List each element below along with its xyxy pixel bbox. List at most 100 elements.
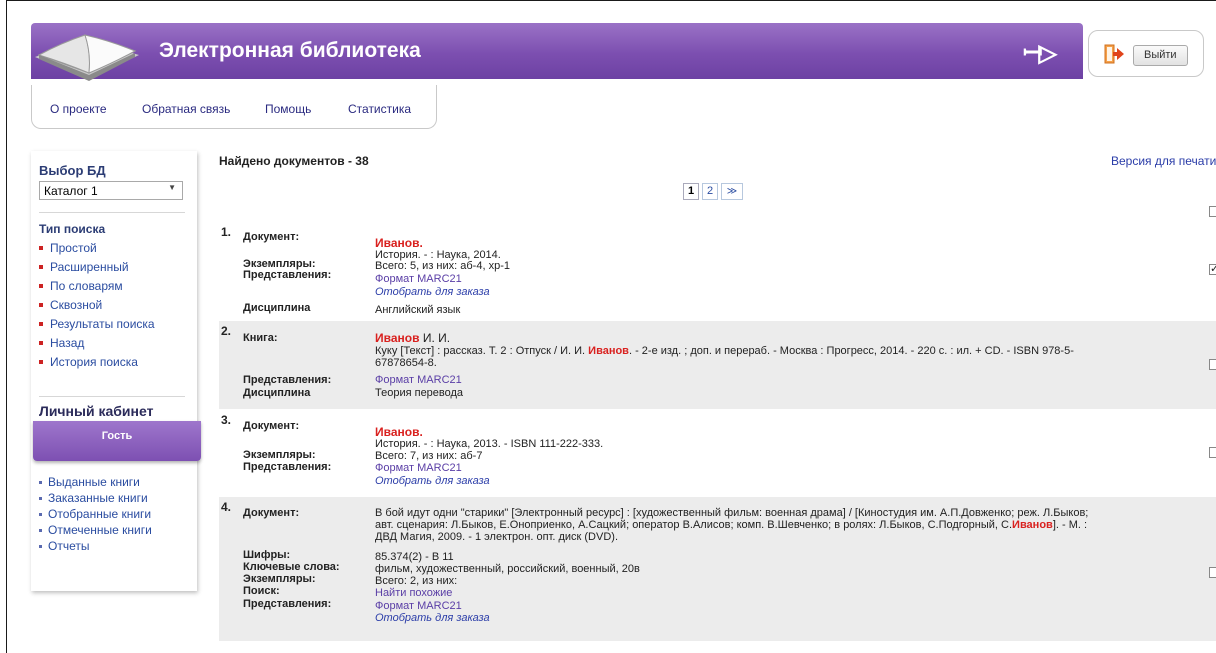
db-select-value: Каталог 1	[44, 184, 98, 198]
nav-help-link[interactable]: Помощь	[265, 102, 311, 116]
record-description: В бой идут одни "старики" [Электронный р…	[375, 507, 1089, 519]
search-results-link[interactable]: Результаты поиска	[39, 314, 155, 333]
label-discipline: Дисциплина	[243, 387, 311, 399]
record-description-cont: авт. сценария: Л.Быков, Е.Оноприенко, А.…	[375, 519, 1088, 531]
marc21-format-link[interactable]: Формат MARC21	[375, 462, 462, 474]
record-copies: Всего: 7, из них: аб-7	[375, 450, 483, 462]
order-select-link[interactable]: Отобрать для заказа	[375, 612, 490, 624]
exit-panel: Выйти	[1088, 30, 1204, 77]
label-cipher: Шифры:	[243, 549, 291, 561]
label-document: Документ:	[243, 231, 300, 243]
back-link[interactable]: Назад	[39, 333, 155, 352]
search-history-link[interactable]: История поиска	[39, 352, 155, 371]
marc21-format-link[interactable]: Формат MARC21	[375, 600, 462, 612]
label-representations: Представления:	[243, 461, 332, 473]
app-window: Электронная библиотека ꟷ▷ Выйти О проект…	[6, 0, 1216, 653]
label-document: Документ:	[243, 420, 300, 432]
reports-link[interactable]: Отчеты	[39, 538, 152, 554]
pagination: 1 2 ≫	[683, 183, 743, 200]
found-count: Найдено документов - 38	[219, 154, 369, 168]
sidebar: Выбор БД Каталог 1 ▼ Тип поиска Простой …	[31, 151, 201, 591]
select-all-checkbox[interactable]	[1209, 206, 1216, 217]
marked-books-link[interactable]: Отмеченные книги	[39, 522, 152, 538]
record-copies: Всего: 5, из них: аб-4, хр-1	[375, 260, 510, 272]
brand-logo-icon: ꟷ▷	[1023, 40, 1057, 67]
label-representations: Представления:	[243, 374, 332, 386]
record-keywords: фильм, художественный, российский, военн…	[375, 563, 640, 575]
record-number: 1.	[221, 225, 232, 239]
search-dictionary-link[interactable]: По словарям	[39, 276, 155, 295]
bullet-icon	[39, 528, 42, 532]
record-description-cont: ДВД Магия, 2009. - 1 электрон. опт. диск…	[375, 531, 619, 543]
label-keywords: Ключевые слова:	[243, 561, 340, 573]
exit-button[interactable]: Выйти	[1133, 45, 1188, 66]
record-cipher: 85.374(2) - В 11	[375, 551, 454, 563]
order-select-link[interactable]: Отобрать для заказа	[375, 286, 490, 298]
page-2-button[interactable]: 2	[702, 183, 718, 200]
next-page-button[interactable]: ≫	[721, 183, 743, 200]
marc21-format-link[interactable]: Формат MARC21	[375, 374, 462, 386]
label-discipline: Дисциплина	[243, 302, 311, 314]
record-title: История. - : Наука, 2013. - ISBN 111-222…	[375, 438, 604, 450]
result-record: 1. Документ: Иванов. История. - : Наука,…	[219, 223, 1216, 319]
record-2-checkbox[interactable]	[1209, 359, 1216, 370]
bullet-icon	[39, 512, 42, 516]
chevron-down-icon: ▼	[168, 183, 176, 192]
label-representations: Представления:	[243, 598, 332, 610]
record-description-cont: 67878654-8.	[375, 357, 437, 369]
search-advanced-link[interactable]: Расширенный	[39, 257, 155, 276]
nav-about-link[interactable]: О проекте	[50, 102, 107, 116]
bullet-icon	[39, 321, 43, 326]
result-record: 4. Документ: В бой идут одни "старики" […	[219, 497, 1216, 641]
search-simple-link[interactable]: Простой	[39, 238, 155, 257]
top-navigation: О проекте Обратная связь Помощь Статисти…	[31, 85, 437, 129]
search-type-heading: Тип поиска	[39, 222, 106, 236]
record-3-checkbox[interactable]	[1209, 447, 1216, 458]
bullet-icon	[39, 496, 42, 500]
bullet-icon	[39, 245, 43, 250]
bullet-icon	[39, 302, 43, 307]
label-book: Книга:	[243, 332, 278, 344]
label-search: Поиск:	[243, 585, 280, 597]
bullet-icon	[39, 264, 43, 269]
record-number: 4.	[221, 500, 232, 514]
bullet-icon	[39, 283, 43, 288]
search-type-list: Простой Расширенный По словарям Сквозной…	[39, 238, 155, 371]
record-1-checkbox[interactable]	[1209, 262, 1216, 275]
label-representations: Представления:	[243, 269, 332, 281]
search-through-link[interactable]: Сквозной	[39, 295, 155, 314]
cabinet-heading: Личный кабинет	[39, 403, 154, 419]
print-version-link[interactable]: Версия для печати	[1111, 154, 1216, 168]
order-select-link[interactable]: Отобрать для заказа	[375, 475, 490, 487]
label-copies: Экземпляры:	[243, 449, 316, 461]
ordered-books-link[interactable]: Заказанные книги	[39, 490, 152, 506]
issued-books-link[interactable]: Выданные книги	[39, 474, 152, 490]
page-1-button[interactable]: 1	[683, 183, 699, 200]
label-copies: Экземпляры:	[243, 573, 316, 585]
record-author: Иванов.	[375, 425, 423, 439]
bullet-icon	[39, 359, 43, 364]
record-discipline: Теория перевода	[375, 387, 464, 399]
label-document: Документ:	[243, 507, 300, 519]
divider	[39, 212, 185, 213]
app-title: Электронная библиотека	[159, 39, 421, 62]
nav-feedback-link[interactable]: Обратная связь	[142, 102, 230, 116]
record-author: Иванов.	[375, 236, 423, 250]
record-discipline: Английский язык	[375, 304, 461, 316]
find-similar-link[interactable]: Найти похожие	[375, 587, 452, 599]
record-number: 3.	[221, 413, 232, 427]
bullet-icon	[39, 480, 42, 484]
db-heading: Выбор БД	[39, 163, 106, 178]
record-4-checkbox[interactable]	[1209, 567, 1216, 578]
exit-icon	[1104, 44, 1124, 64]
record-description: Куку [Текст] : рассказ. Т. 2 : Отпуск / …	[375, 345, 1074, 357]
result-record: 3. Документ: Иванов. История. - : Наука,…	[219, 409, 1216, 497]
db-select[interactable]: Каталог 1 ▼	[39, 181, 183, 200]
marc21-format-link[interactable]: Формат MARC21	[375, 273, 462, 285]
nav-statistics-link[interactable]: Статистика	[348, 102, 411, 116]
result-record: 2. Книга: Иванов И. И. Куку [Текст] : ра…	[219, 321, 1216, 409]
bullet-icon	[39, 544, 42, 548]
record-number: 2.	[221, 324, 232, 338]
selected-books-link[interactable]: Отобранные книги	[39, 506, 152, 522]
record-author-line: Иванов И. И.	[375, 331, 451, 345]
